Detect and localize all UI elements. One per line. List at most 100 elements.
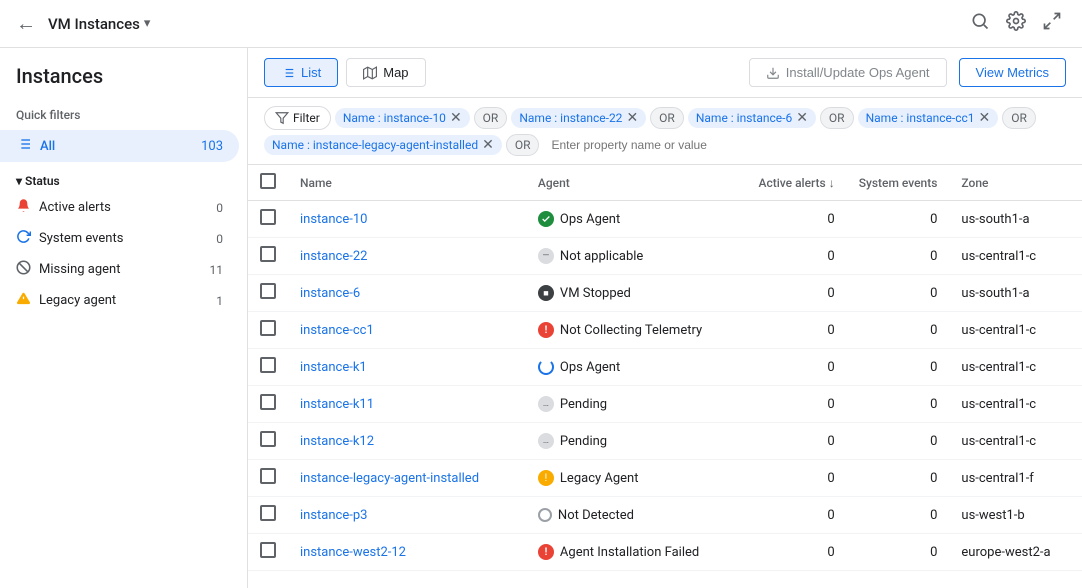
row-zone-2: us-south1-a [949,275,1082,312]
filter-input[interactable] [543,135,743,155]
remove-filter-instance10[interactable]: ✕ [450,111,462,125]
remove-filter-instance22[interactable]: ✕ [626,111,638,125]
map-tab-button[interactable]: Map [346,58,425,87]
instance-link-2[interactable]: instance-6 [300,286,360,301]
settings-icon[interactable] [1002,7,1030,40]
row-name-8: instance-p3 [288,497,526,534]
row-checkbox-cell-2[interactable] [248,275,288,312]
row-checkbox-1[interactable] [260,246,276,262]
active-alerts-column-header[interactable]: Active alerts ↓ [747,165,847,201]
row-checkbox-cell-0[interactable] [248,201,288,238]
row-name-0: instance-10 [288,201,526,238]
row-checkbox-cell-7[interactable] [248,460,288,497]
back-button[interactable]: ← [16,11,36,36]
row-checkbox-6[interactable] [260,431,276,447]
row-active-alerts-5: 0 [747,386,847,423]
list-icon [16,136,32,156]
sidebar-missing-agent-label: Missing agent [39,262,202,277]
nav-actions [966,7,1066,40]
row-checkbox-cell-6[interactable] [248,423,288,460]
table-row: instance-legacy-agent-installed ! Legacy… [248,460,1082,497]
instance-link-9[interactable]: instance-west2-12 [300,545,406,560]
row-zone-1: us-central1-c [949,238,1082,275]
sidebar-system-events-label: System events [39,231,208,246]
table-row: instance-cc1 ! Not Collecting Telemetry … [248,312,1082,349]
list-tab-label: List [301,65,321,80]
status-header[interactable]: ▾ Status [0,162,247,192]
map-tab-label: Map [383,65,408,80]
row-checkbox-3[interactable] [260,320,276,336]
toolbar: List Map Install/Update Ops Agent View M… [248,48,1082,98]
alert-bell-icon [16,198,31,217]
row-agent-5: … Pending [526,386,747,423]
instance-link-0[interactable]: instance-10 [300,212,367,227]
sidebar-active-alerts-label: Active alerts [39,200,208,215]
or-separator-4: OR [1002,107,1036,129]
quick-filters-label: Quick filters [0,100,247,130]
filter-chip-instance10[interactable]: Name : instance-10 ✕ [335,108,470,128]
table-row: instance-p3 Not Detected 0 0 us-west1-b [248,497,1082,534]
row-checkbox-2[interactable] [260,283,276,299]
row-agent-6: … Pending [526,423,747,460]
row-system-events-4: 0 [847,349,950,386]
row-zone-0: us-south1-a [949,201,1082,238]
sidebar-title: Instances [0,64,247,100]
instance-link-6[interactable]: instance-k12 [300,434,374,449]
filter-chip-instancecc1[interactable]: Name : instance-cc1 ✕ [858,108,999,128]
row-checkbox-cell-3[interactable] [248,312,288,349]
row-system-events-7: 0 [847,460,950,497]
filter-chip-legacy[interactable]: Name : instance-legacy-agent-installed ✕ [264,135,502,155]
row-checkbox-9[interactable] [260,542,276,558]
row-name-1: instance-22 [288,238,526,275]
table-row: instance-k1 Ops Agent 0 0 us-central1-c [248,349,1082,386]
row-checkbox-8[interactable] [260,505,276,521]
row-checkbox-cell-1[interactable] [248,238,288,275]
sidebar-item-system-events[interactable]: System events 0 [0,223,239,254]
remove-filter-legacy[interactable]: ✕ [482,138,494,152]
filter-chip-instance6[interactable]: Name : instance-6 ✕ [688,108,816,128]
remove-filter-instance6[interactable]: ✕ [796,111,808,125]
fullscreen-icon[interactable] [1038,7,1066,40]
row-checkbox-cell-5[interactable] [248,386,288,423]
instance-link-5[interactable]: instance-k11 [300,397,374,412]
table-header: Name Agent Active alerts ↓ System events… [248,165,1082,201]
sidebar-item-legacy-agent[interactable]: Legacy agent 1 [0,285,239,316]
instance-link-3[interactable]: instance-cc1 [300,323,374,338]
table-row: instance-10 Ops Agent 0 0 us-south1-a [248,201,1082,238]
instances-table: Name Agent Active alerts ↓ System events… [248,165,1082,571]
row-active-alerts-0: 0 [747,201,847,238]
row-checkbox-5[interactable] [260,394,276,410]
row-system-events-3: 0 [847,312,950,349]
row-checkbox-cell-8[interactable] [248,497,288,534]
instance-link-8[interactable]: instance-p3 [300,508,367,523]
sidebar-item-missing-agent[interactable]: Missing agent 11 [0,254,239,285]
instance-link-4[interactable]: instance-k1 [300,360,367,375]
row-checkbox-4[interactable] [260,357,276,373]
remove-filter-instancecc1[interactable]: ✕ [979,111,991,125]
agent-column-header: Agent [526,165,747,201]
row-zone-9: europe-west2-a [949,534,1082,571]
filter-button[interactable]: Filter [264,106,331,130]
select-all-header[interactable] [248,165,288,201]
search-icon[interactable] [966,7,994,40]
install-ops-agent-button[interactable]: Install/Update Ops Agent [749,58,947,87]
ban-icon [16,260,31,279]
instance-link-1[interactable]: instance-22 [300,249,367,264]
view-metrics-button[interactable]: View Metrics [959,58,1066,87]
table-row: instance-k11 … Pending 0 0 us-central1-c [248,386,1082,423]
name-column-header[interactable]: Name [288,165,526,201]
row-checkbox-0[interactable] [260,209,276,225]
select-all-checkbox[interactable] [260,173,276,189]
filter-chip-instance22[interactable]: Name : instance-22 ✕ [511,108,646,128]
sidebar-item-active-alerts[interactable]: Active alerts 0 [0,192,239,223]
row-checkbox-cell-4[interactable] [248,349,288,386]
row-checkbox-7[interactable] [260,468,276,484]
or-separator-3: OR [820,107,854,129]
row-name-4: instance-k1 [288,349,526,386]
instance-link-7[interactable]: instance-legacy-agent-installed [300,471,479,486]
row-name-3: instance-cc1 [288,312,526,349]
title-dropdown-icon[interactable]: ▾ [144,16,151,31]
row-checkbox-cell-9[interactable] [248,534,288,571]
list-tab-button[interactable]: List [264,58,338,87]
sidebar-item-all[interactable]: All 103 [0,130,239,162]
